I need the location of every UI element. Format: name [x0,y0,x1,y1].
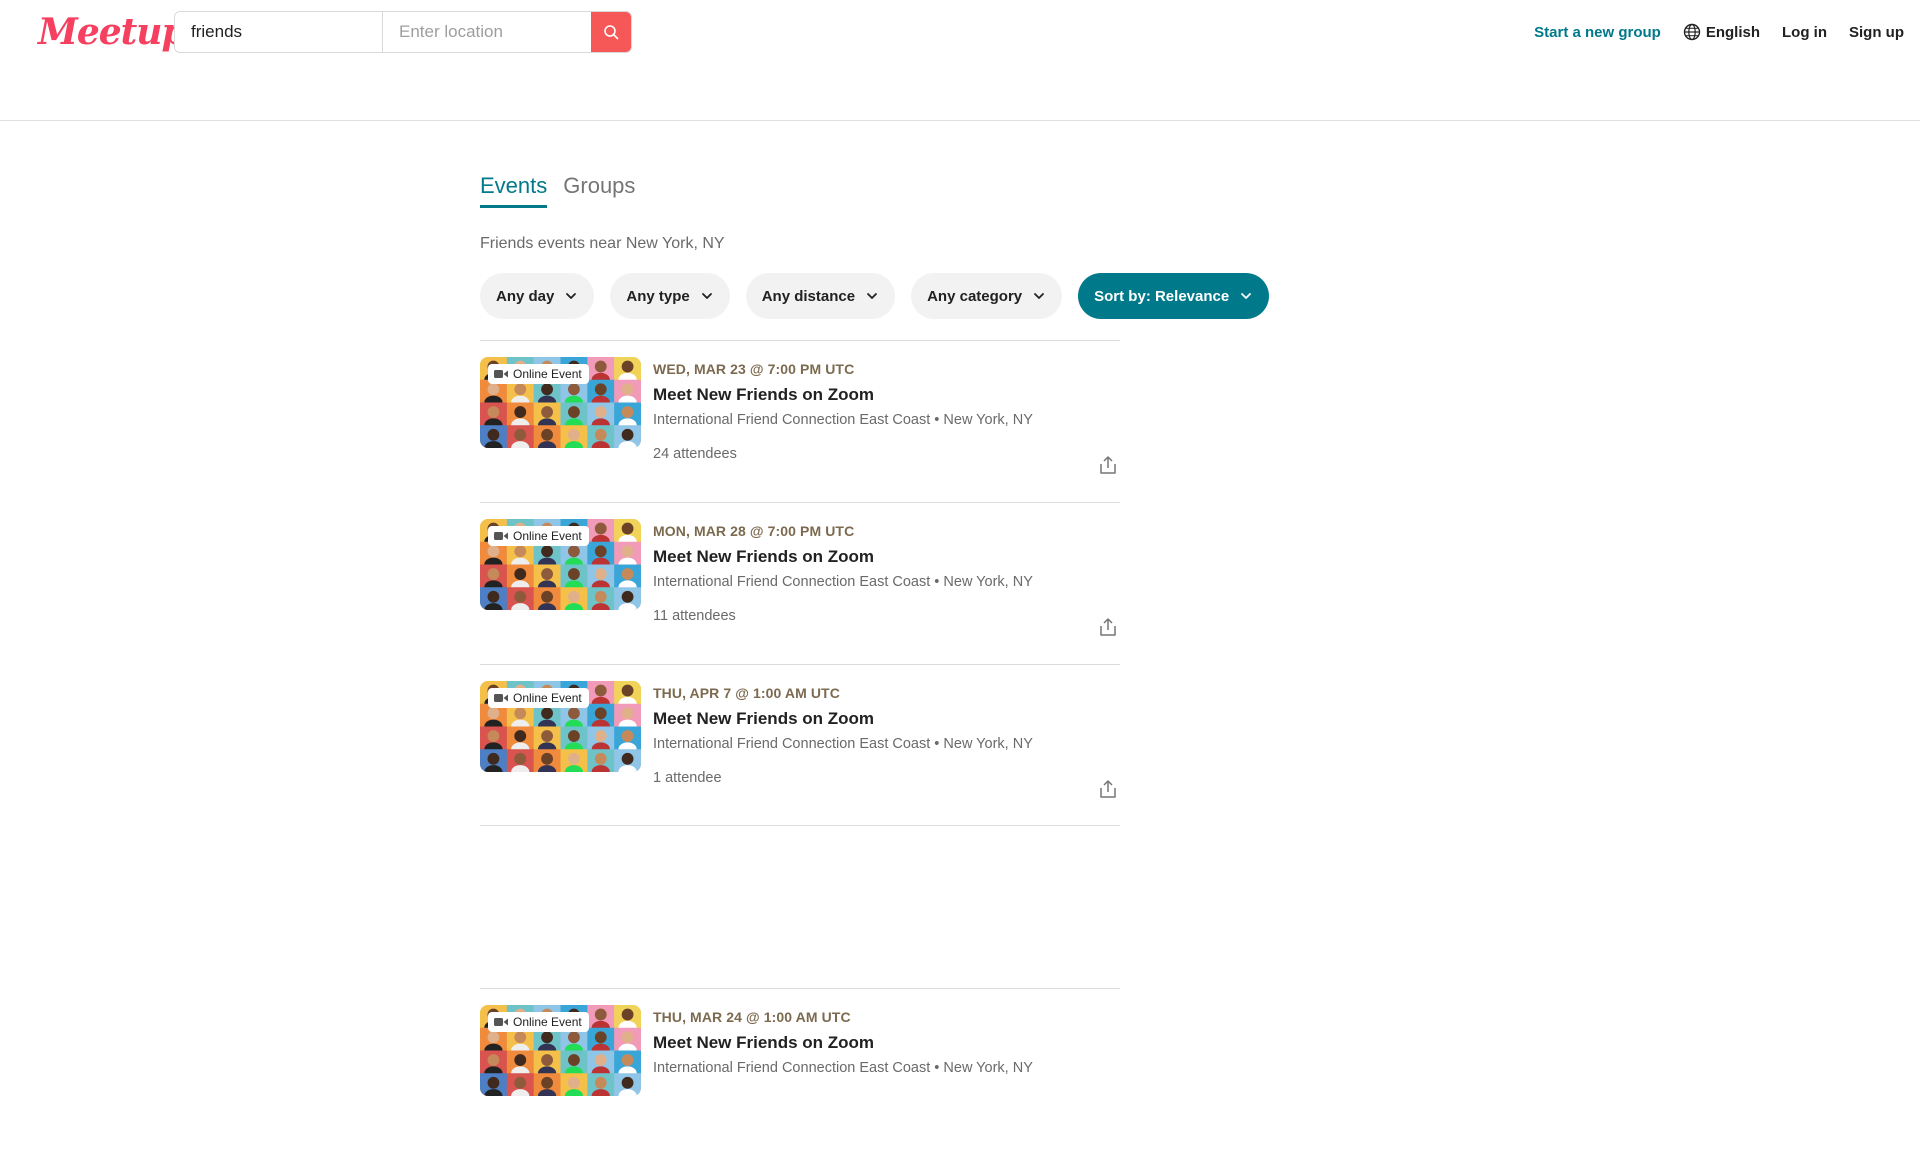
online-event-badge: Online Event [488,688,589,708]
share-icon[interactable] [1096,615,1120,639]
filter-label: Any type [626,287,690,305]
filter-any-category[interactable]: Any category [911,273,1063,319]
event-group: International Friend Connection East Coa… [653,1060,1033,1076]
event-details: THU, MAR 24 @ 1:00 AM UTC Meet New Frien… [653,1009,1113,1094]
share-icon[interactable] [1096,777,1120,801]
filter-any-distance[interactable]: Any distance [745,273,896,319]
header-nav: Start a new group English Log in Sign up [1534,20,1904,44]
event-thumbnail[interactable]: Online Event [480,357,641,448]
event-title[interactable]: Meet New Friends on Zoom [653,709,1113,729]
filter-any-type[interactable]: Any type [610,273,730,319]
search-button[interactable] [591,12,631,52]
filter-label: Any distance [761,287,856,305]
sort-label: Sort by: Relevance [1094,287,1230,305]
language-label: English [1705,23,1760,41]
sort-dropdown[interactable]: Sort by: Relevance [1078,273,1270,319]
video-camera-icon [494,694,508,702]
filter-bar: Any day Any type Any distance Any catego… [480,273,1270,319]
event-date: THU, MAR 24 @ 1:00 AM UTC [653,1009,851,1025]
chevron-down-icon [867,293,877,299]
event-title[interactable]: Meet New Friends on Zoom [653,385,1113,405]
filter-label: Any category [927,287,1023,305]
search-input[interactable] [175,12,383,52]
site-header: Meetup Start a new group English Log in … [0,0,1920,121]
share-icon[interactable] [1096,453,1120,477]
event-thumbnail[interactable]: Online Event [480,1005,641,1096]
tab-groups[interactable]: Groups [563,173,635,208]
event-attendees: 1 attendee [653,770,722,786]
start-new-group-link[interactable]: Start a new group [1534,24,1661,41]
event-title[interactable]: Meet New Friends on Zoom [653,1033,1113,1053]
event-group: International Friend Connection East Coa… [653,574,1033,590]
meetup-logo[interactable]: Meetup [38,10,187,54]
language-selector[interactable]: English [1683,23,1760,41]
event-date: THU, APR 7 @ 1:00 AM UTC [653,685,840,701]
location-input[interactable] [383,12,591,52]
chevron-down-icon [566,293,577,299]
event-date: WED, MAR 23 @ 7:00 PM UTC [653,361,855,377]
search-bar [174,11,632,53]
results-subtitle: Friends events near New York, NY [480,235,725,252]
event-title[interactable]: Meet New Friends on Zoom [653,547,1113,567]
online-event-badge: Online Event [488,1012,589,1032]
event-card[interactable]: Online Event THU, APR 7 @ 1:00 AM UTC Me… [480,664,1120,826]
event-thumbnail[interactable]: Online Event [480,681,641,772]
event-details: WED, MAR 23 @ 7:00 PM UTC Meet New Frien… [653,361,1113,462]
filter-label: Any day [496,287,555,305]
signup-link[interactable]: Sign up [1849,24,1904,41]
event-date: MON, MAR 28 @ 7:00 PM UTC [653,523,855,539]
event-card[interactable]: Online Event MON, MAR 28 @ 7:00 PM UTC M… [480,502,1120,664]
event-card[interactable]: Online Event THU, MAR 24 @ 1:00 AM UTC M… [480,988,1120,1150]
online-event-badge: Online Event [488,526,589,546]
event-details: THU, APR 7 @ 1:00 AM UTC Meet New Friend… [653,685,1113,786]
event-thumbnail[interactable]: Online Event [480,519,641,610]
globe-icon [1683,23,1701,41]
tab-events[interactable]: Events [480,173,548,208]
video-camera-icon [494,532,508,540]
filter-any-day[interactable]: Any day [480,273,595,319]
event-group: International Friend Connection East Coa… [653,736,1033,752]
result-tabs: Events Groups [480,173,635,208]
video-camera-icon [494,370,508,378]
event-card[interactable]: Online Event WED, MAR 23 @ 7:00 PM UTC M… [480,340,1120,502]
chevron-down-icon [701,293,712,299]
event-details: MON, MAR 28 @ 7:00 PM UTC Meet New Frien… [653,523,1113,624]
event-attendees: 11 attendees [653,608,736,624]
video-camera-icon [494,1018,508,1026]
chevron-down-icon [1241,293,1252,299]
event-group: International Friend Connection East Coa… [653,412,1033,428]
search-icon [604,25,619,40]
login-link[interactable]: Log in [1782,24,1827,41]
event-attendees: 24 attendees [653,446,737,462]
online-event-badge: Online Event [488,364,589,384]
chevron-down-icon [1034,293,1045,299]
event-list: Online Event WED, MAR 23 @ 7:00 PM UTC M… [480,340,1120,1150]
